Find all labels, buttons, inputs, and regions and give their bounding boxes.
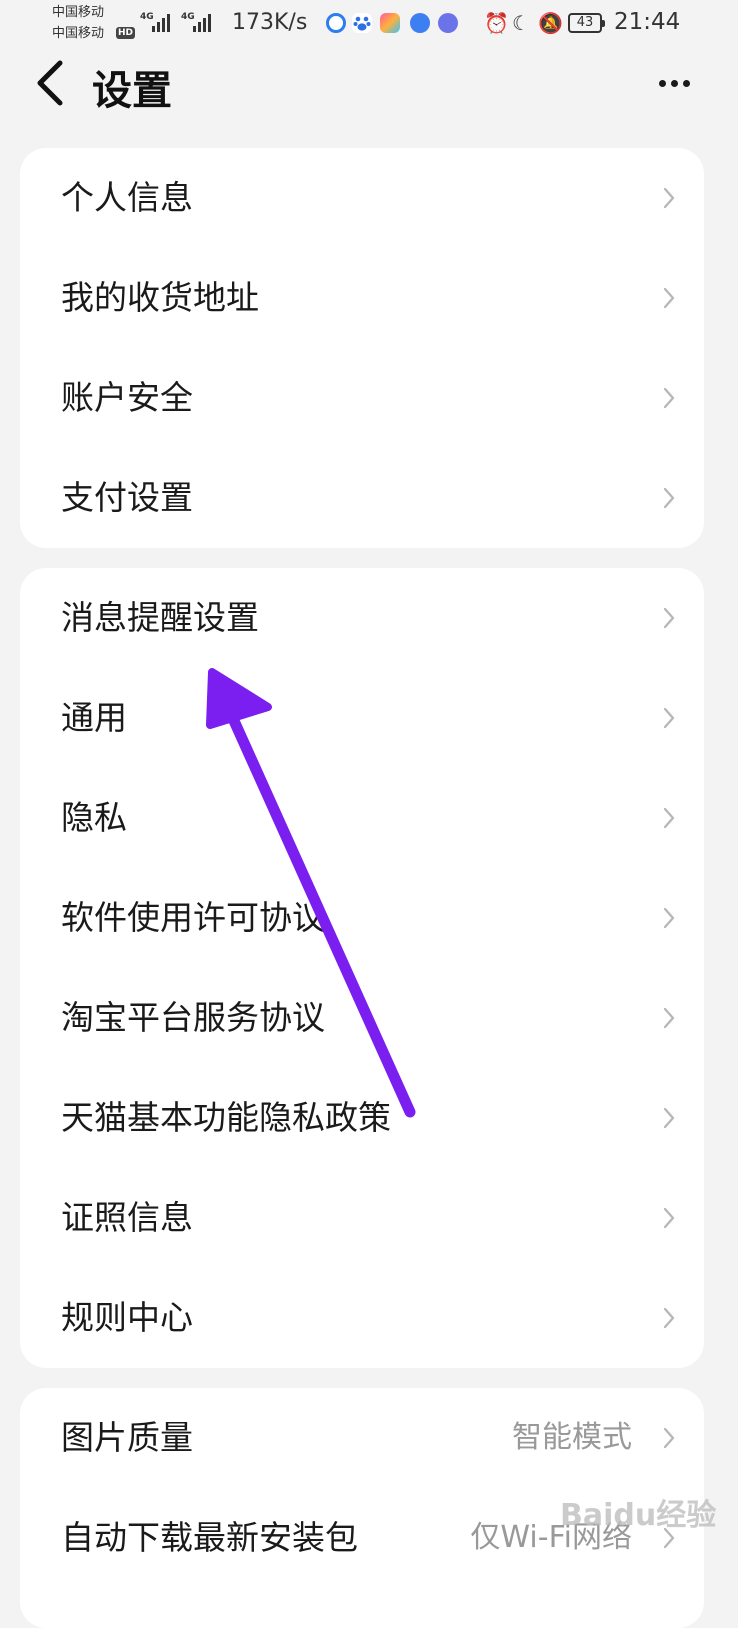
settings-item-privacy[interactable]: 隐私 xyxy=(20,768,704,868)
back-button[interactable] xyxy=(30,55,78,111)
settings-item-label: 软件使用许可协议 xyxy=(61,898,325,937)
chevron-right-icon xyxy=(663,607,675,629)
bell-off-icon: 🔕 xyxy=(538,11,563,35)
chevron-right-icon xyxy=(663,1207,675,1229)
status-bar: 中国移动 中国移动 HD 4G 4G 173K/s ⏰ ☾ 🔕 43 21:44 xyxy=(0,0,738,50)
app-icon xyxy=(380,13,400,33)
send-icon xyxy=(410,13,430,33)
watermark: Baidu经验 xyxy=(560,1498,717,1533)
settings-item-label: 我的收货地址 xyxy=(61,278,259,317)
signal-1-icon: 4G xyxy=(140,12,174,32)
carrier-2-label: 中国移动 xyxy=(52,26,105,41)
settings-item-personal-info[interactable]: 个人信息 xyxy=(20,148,704,248)
settings-item-label: 通用 xyxy=(61,698,127,737)
music-icon xyxy=(438,13,458,33)
settings-item-label: 证照信息 xyxy=(61,1198,193,1237)
app-notification-icon xyxy=(326,13,346,33)
chevron-right-icon xyxy=(663,1107,675,1129)
network-speed: 173K/s xyxy=(232,10,308,35)
chevron-right-icon xyxy=(663,1007,675,1029)
paw-icon xyxy=(352,13,372,33)
more-horizontal-icon xyxy=(658,79,666,87)
chevron-right-icon xyxy=(663,287,675,309)
settings-item-label: 消息提醒设置 xyxy=(61,598,259,637)
battery-icon: 43 xyxy=(568,13,605,33)
settings-item-account-security[interactable]: 账户安全 xyxy=(20,348,704,448)
settings-item-label: 规则中心 xyxy=(61,1298,193,1337)
settings-item-label: 隐私 xyxy=(61,798,127,837)
chevron-right-icon xyxy=(663,707,675,729)
settings-item-payment[interactable]: 支付设置 xyxy=(20,448,704,548)
settings-item-label: 账户安全 xyxy=(61,378,193,417)
settings-item-label: 支付设置 xyxy=(61,478,193,517)
clock: 21:44 xyxy=(614,9,681,35)
settings-item-label: 自动下载最新安装包 xyxy=(61,1518,358,1557)
chevron-right-icon xyxy=(663,907,675,929)
chevron-right-icon xyxy=(663,1427,675,1449)
chevron-right-icon xyxy=(663,487,675,509)
page-title: 设置 xyxy=(92,68,172,114)
settings-item-label: 个人信息 xyxy=(61,178,193,217)
signal-2-icon: 4G xyxy=(181,12,215,32)
settings-item-value: 智能模式 xyxy=(512,1420,632,1455)
carrier-1-label: 中国移动 xyxy=(52,5,105,20)
alarm-icon: ⏰ xyxy=(484,11,509,35)
chevron-right-icon xyxy=(663,807,675,829)
settings-group-account: 个人信息 我的收货地址 账户安全 支付设置 xyxy=(20,148,704,548)
settings-item-notification[interactable]: 消息提醒设置 xyxy=(20,568,704,668)
settings-item-license[interactable]: 软件使用许可协议 xyxy=(20,868,704,968)
chevron-right-icon xyxy=(663,387,675,409)
settings-item-label: 天猫基本功能隐私政策 xyxy=(61,1098,391,1137)
settings-item-licenses[interactable]: 证照信息 xyxy=(20,1168,704,1268)
settings-group-general: 消息提醒设置 通用 隐私 软件使用许可协议 淘宝平台服务协议 天猫基本功能隐私政… xyxy=(20,568,704,1368)
settings-item-rules-center[interactable]: 规则中心 xyxy=(20,1268,704,1368)
settings-item-privacy-policy[interactable]: 天猫基本功能隐私政策 xyxy=(20,1068,704,1168)
settings-item-platform-agreement[interactable]: 淘宝平台服务协议 xyxy=(20,968,704,1068)
moon-icon: ☾ xyxy=(512,11,530,35)
settings-item-shipping-address[interactable]: 我的收货地址 xyxy=(20,248,704,348)
settings-item-label: 淘宝平台服务协议 xyxy=(61,998,325,1037)
chevron-right-icon xyxy=(663,187,675,209)
hd-badge: HD xyxy=(116,27,136,39)
chevron-left-icon xyxy=(37,60,63,106)
chevron-right-icon xyxy=(663,1307,675,1329)
nav-header: 设置 xyxy=(0,50,738,120)
settings-item-general[interactable]: 通用 xyxy=(20,668,704,768)
settings-item-image-quality[interactable]: 图片质量 智能模式 xyxy=(20,1388,704,1488)
more-button[interactable] xyxy=(650,68,698,98)
settings-item-label: 图片质量 xyxy=(61,1418,193,1457)
